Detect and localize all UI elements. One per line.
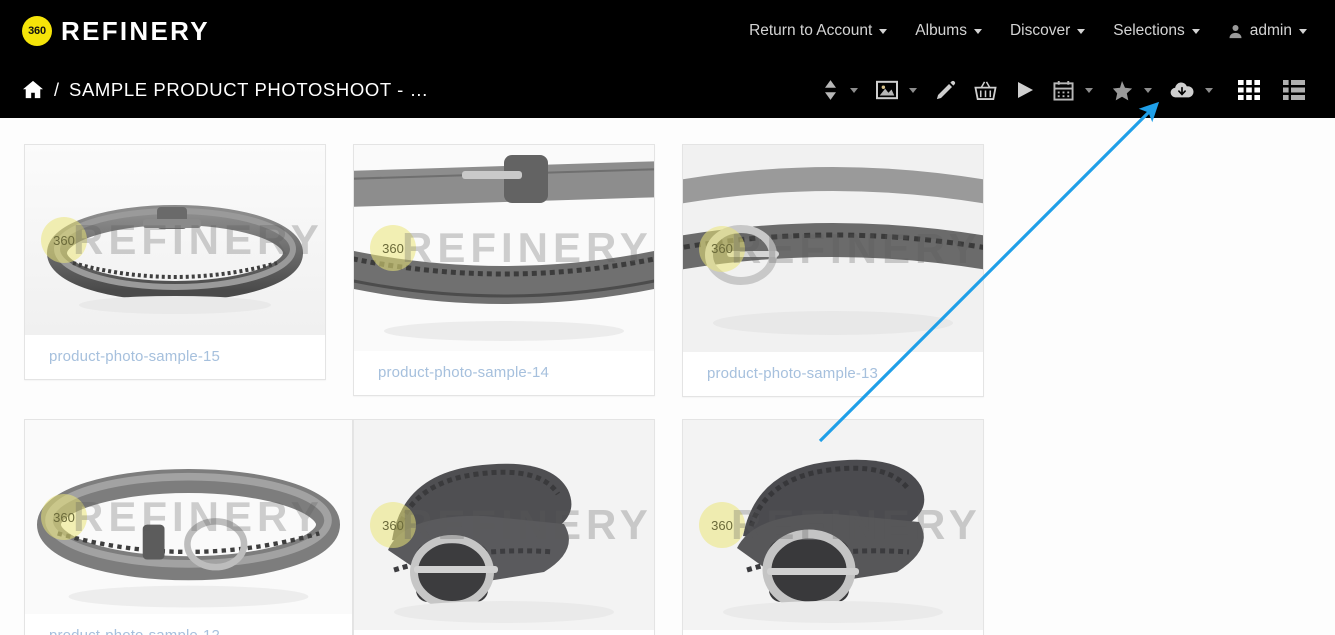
nav-label: Discover bbox=[1009, 22, 1071, 39]
thumbnail-card[interactable]: 360 REFINERY bbox=[682, 419, 984, 635]
edit-button[interactable] bbox=[926, 76, 965, 105]
gallery-item[interactable]: 360 REFINERY product-photo-sample-13 bbox=[682, 144, 1011, 419]
list-view-button[interactable] bbox=[1269, 76, 1321, 104]
thumbnail-caption[interactable]: product-photo-sample-14 bbox=[354, 351, 654, 395]
thumbnail-card[interactable]: 360 REFINERY product-photo-sample-13 bbox=[682, 144, 984, 397]
nav-label: Return to Account bbox=[749, 22, 873, 39]
thumbnail-card[interactable]: 360 REFINERY bbox=[353, 419, 655, 635]
home-icon[interactable] bbox=[22, 80, 44, 100]
album-toolbar bbox=[813, 75, 1321, 105]
brand-logo[interactable]: 360 REFINERY bbox=[22, 16, 210, 46]
nav-label: Selections bbox=[1113, 22, 1185, 39]
calendar-button[interactable] bbox=[1044, 76, 1083, 105]
thumbnail-grid: 360 REFINERY product-photo-sample-15 360… bbox=[0, 144, 1335, 635]
thumbnail-card[interactable]: 360 REFINERY product-photo-sample-15 bbox=[24, 144, 326, 380]
thumbnail-image[interactable]: 360 REFINERY bbox=[25, 420, 352, 614]
favorite-dropdown-toggle[interactable] bbox=[1142, 84, 1161, 97]
download-button[interactable] bbox=[1161, 76, 1203, 104]
brand-badge-icon: 360 bbox=[22, 16, 52, 46]
gallery-item[interactable]: 360 REFINERY bbox=[682, 419, 1011, 635]
thumbnail-image[interactable]: 360 REFINERY bbox=[683, 420, 983, 630]
nav-item-return-to-account[interactable]: Return to Account bbox=[735, 14, 901, 48]
user-icon bbox=[1228, 24, 1243, 39]
thumbnail-card[interactable]: 360 REFINERY product-photo-sample-12 bbox=[24, 419, 353, 635]
chevron-down-icon bbox=[879, 28, 888, 34]
product-photo bbox=[354, 145, 654, 351]
product-photo bbox=[25, 145, 325, 335]
thumbnail-image[interactable]: 360 REFINERY bbox=[354, 145, 654, 351]
chevron-down-icon bbox=[1144, 87, 1152, 93]
chevron-down-icon bbox=[1077, 28, 1086, 34]
product-photo bbox=[683, 145, 983, 352]
thumbnail-caption[interactable] bbox=[683, 630, 983, 635]
breadcrumb-toolbar-bar: / SAMPLE PRODUCT PHOTOSHOOT - … bbox=[0, 62, 1335, 118]
chevron-down-icon bbox=[850, 87, 858, 93]
nav-item-discover[interactable]: Discover bbox=[996, 14, 1099, 48]
product-photo bbox=[683, 420, 983, 630]
thumbnail-card[interactable]: 360 REFINERY product-photo-sample-14 bbox=[353, 144, 655, 396]
chevron-down-icon bbox=[1191, 28, 1200, 34]
image-size-dropdown-toggle[interactable] bbox=[907, 84, 926, 97]
calendar-dropdown-toggle[interactable] bbox=[1083, 84, 1102, 97]
gallery-item[interactable]: 360 REFINERY product-photo-sample-12 bbox=[24, 419, 353, 635]
breadcrumb-separator: / bbox=[54, 79, 60, 100]
grid-view-button[interactable] bbox=[1222, 76, 1269, 104]
chevron-down-icon bbox=[909, 87, 917, 93]
thumbnail-caption[interactable]: product-photo-sample-13 bbox=[683, 352, 983, 396]
favorite-button[interactable] bbox=[1102, 76, 1142, 105]
image-size-button[interactable] bbox=[867, 76, 907, 104]
brand-name: REFINERY bbox=[61, 16, 210, 46]
chevron-down-icon bbox=[973, 28, 982, 34]
nav-item-albums[interactable]: Albums bbox=[901, 14, 996, 48]
slideshow-button[interactable] bbox=[1006, 76, 1044, 104]
nav-label: Albums bbox=[915, 22, 967, 39]
gallery-item[interactable]: 360 REFINERY product-photo-sample-15 bbox=[24, 144, 353, 402]
thumbnail-image[interactable]: 360 REFINERY bbox=[354, 420, 654, 630]
nav-label: admin bbox=[1249, 22, 1292, 39]
product-photo bbox=[25, 420, 352, 614]
nav-item-admin-user[interactable]: admin bbox=[1214, 14, 1321, 48]
chevron-down-icon bbox=[1205, 87, 1213, 93]
top-navigation-bar: 360 REFINERY Return to Account Albums Di… bbox=[0, 0, 1335, 62]
cart-button[interactable] bbox=[965, 76, 1006, 105]
breadcrumb: / SAMPLE PRODUCT PHOTOSHOOT - … bbox=[22, 79, 429, 101]
sort-button[interactable] bbox=[813, 75, 848, 105]
sort-dropdown-toggle[interactable] bbox=[848, 84, 867, 97]
thumbnail-caption[interactable]: product-photo-sample-12 bbox=[25, 614, 352, 635]
nav-item-selections[interactable]: Selections bbox=[1099, 14, 1214, 48]
chevron-down-icon bbox=[1299, 28, 1307, 34]
thumbnail-caption[interactable]: product-photo-sample-15 bbox=[25, 335, 325, 379]
gallery-item[interactable]: 360 REFINERY product-photo-sample-14 bbox=[353, 144, 682, 418]
chevron-down-icon bbox=[1085, 87, 1093, 93]
gallery-item[interactable]: 360 REFINERY bbox=[353, 419, 682, 635]
main-menu: Return to Account Albums Discover Select… bbox=[735, 14, 1321, 48]
download-dropdown-toggle[interactable] bbox=[1203, 84, 1222, 97]
product-photo bbox=[354, 420, 654, 630]
gallery-content: 360 REFINERY product-photo-sample-15 360… bbox=[0, 118, 1335, 635]
thumbnail-image[interactable]: 360 REFINERY bbox=[25, 145, 325, 335]
page-title: SAMPLE PRODUCT PHOTOSHOOT - … bbox=[69, 79, 429, 100]
thumbnail-caption[interactable] bbox=[354, 630, 654, 635]
thumbnail-image[interactable]: 360 REFINERY bbox=[683, 145, 983, 352]
